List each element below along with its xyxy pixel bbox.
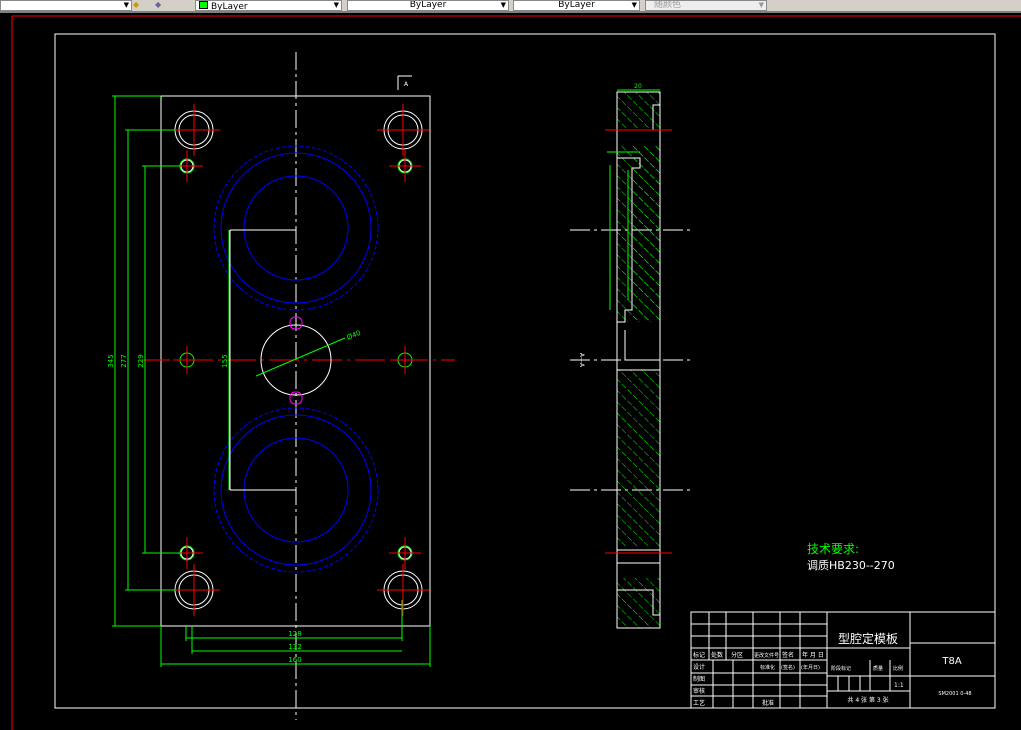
row-review: 审核 (693, 687, 705, 695)
section-label: A (404, 81, 409, 88)
header-zone: 分区 (731, 651, 743, 659)
tech-requirements-title: 技术要求: (807, 542, 859, 556)
chevron-down-icon: ▼ (123, 1, 129, 9)
lineweight-combo[interactable]: ByLayer ▼ (513, 0, 640, 11)
material: T8A (941, 656, 961, 667)
plotstyle-value: 随颜色 (654, 0, 682, 10)
sheet-count: 共 4 张 第 3 张 (847, 696, 888, 704)
tech-requirements-text: 调质HB230--270 (807, 559, 895, 572)
color-value: ByLayer (211, 2, 248, 11)
dim-height-overall: 345 (107, 354, 115, 367)
properties-toolbar: ▼ ◆ ◆ ByLayer ▼ ByLayer ▼ ByLayer ▼ 随颜色 ▼ (0, 0, 1021, 13)
color-combo[interactable]: ByLayer ▼ (195, 0, 342, 11)
scale-label: 比例 (893, 665, 903, 672)
dim-width-1: 128 (288, 630, 301, 638)
dim-diameter: Ø40 (346, 329, 362, 342)
row-process: 工艺 (693, 699, 705, 707)
header-date: 年 月 日 (802, 651, 824, 659)
lineweight-value: ByLayer (558, 0, 595, 10)
dim-height-3: 229 (137, 354, 145, 367)
dim-height-2: 277 (120, 354, 128, 367)
dim-width-overall: 160 (288, 656, 301, 664)
section-view: 20 A—A (570, 83, 690, 629)
header-count: 处数 (711, 651, 723, 659)
drawing-frame (54, 33, 996, 709)
part-name: 型腔定模板 (838, 631, 898, 646)
dim-section-top: 20 (634, 83, 642, 90)
row-drafting: 制图 (693, 675, 705, 683)
stage-label: 阶段标记 (831, 665, 851, 672)
approve-label: 批准 (762, 699, 774, 707)
drawing-canvas[interactable]: 345 277 229 155 Ø40 128 132 160 A 20 A—A… (0, 13, 1021, 730)
sign-label: (签名) (781, 664, 795, 671)
row-design: 设计 (693, 663, 705, 671)
section-mark: A—A (578, 353, 585, 368)
header-change-doc: 更改文件号 (754, 652, 779, 659)
layer-previous-icon[interactable]: ◆ (155, 0, 161, 9)
dim-height-center: 155 (221, 354, 229, 367)
color-swatch (199, 1, 208, 9)
dimension-lines (112, 95, 431, 667)
header-signature: 签名 (782, 651, 794, 659)
layer-state-icon[interactable]: ◆ (133, 0, 139, 9)
front-view: 345 277 229 155 Ø40 128 132 160 A (107, 52, 455, 720)
linetype-combo[interactable]: ByLayer ▼ (347, 0, 509, 11)
plotstyle-combo[interactable]: 随颜色 ▼ (645, 0, 767, 11)
mass-label: 质量 (873, 665, 883, 672)
standardization-label: 标准化 (760, 664, 775, 671)
scale-value: 1:1 (894, 682, 904, 689)
layer-combo[interactable]: ▼ (0, 0, 132, 11)
drawing-number: SM2001 0-48 (938, 691, 971, 697)
linetype-value: ByLayer (409, 0, 447, 10)
date-label: (年月日) (801, 664, 820, 671)
header-mark: 标记 (693, 651, 705, 659)
dim-width-2: 132 (288, 643, 301, 651)
